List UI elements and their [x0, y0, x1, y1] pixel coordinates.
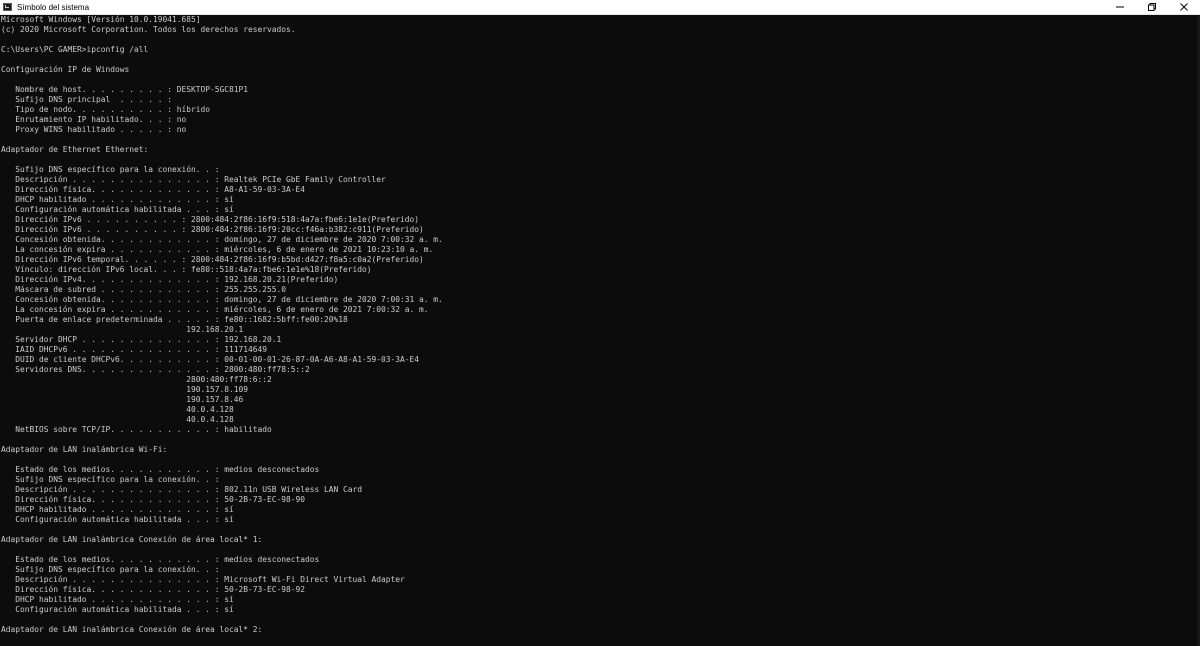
- console-line: 2800:480:ff78:6::2: [1, 375, 272, 384]
- console-line: IAID DHCPv6 . . . . . . . . . . . . . . …: [1, 345, 268, 354]
- console-line: Tipo de nodo. . . . . . . . . . : híbrid…: [1, 105, 211, 114]
- console-line: Dirección física. . . . . . . . . . . . …: [1, 495, 306, 504]
- console-line: Adaptador de LAN inalámbrica Wi-Fi:: [1, 445, 168, 454]
- console-line: Configuración IP de Windows: [1, 65, 130, 74]
- console-line: Adaptador de Ethernet Ethernet:: [1, 145, 149, 154]
- console-line: 192.168.20.1: [1, 325, 244, 334]
- console-line: Dirección IPv4. . . . . . . . . . . . . …: [1, 275, 339, 284]
- cmd-icon: [3, 3, 12, 11]
- console-line: Microsoft Windows [Versión 10.0.19041.68…: [1, 15, 201, 24]
- console-line: Máscara de subred . . . . . . . . . . . …: [1, 285, 287, 294]
- console-line: Sufijo DNS específico para la conexión. …: [1, 565, 220, 574]
- window-controls: [1104, 0, 1200, 14]
- console-line: (c) 2020 Microsoft Corporation. Todos lo…: [1, 25, 296, 34]
- console-line: Configuración automática habilitada . . …: [1, 605, 234, 614]
- console-line: Descripción . . . . . . . . . . . . . . …: [1, 175, 386, 184]
- console-line: Dirección física. . . . . . . . . . . . …: [1, 585, 306, 594]
- console-line: Sufijo DNS específico para la conexión. …: [1, 475, 220, 484]
- console-line: Dirección IPv6 temporal. . . . . . : 280…: [1, 255, 424, 264]
- window-titlebar[interactable]: Símbolo del sistema: [0, 0, 1200, 15]
- console-line: 190.157.8.109: [1, 385, 249, 394]
- console-line: Adaptador de LAN inalámbrica Conexión de…: [1, 535, 263, 544]
- console-line: Sufijo DNS específico para la conexión. …: [1, 165, 220, 174]
- console-line: Nombre de host. . . . . . . . . : DESKTO…: [1, 85, 249, 94]
- console-line: La concesión expira . . . . . . . . . . …: [1, 245, 434, 254]
- console-line: NetBIOS sobre TCP/IP. . . . . . . . . . …: [1, 425, 272, 434]
- close-button[interactable]: [1168, 0, 1200, 14]
- console-line: Enrutamiento IP habilitado. . . : no: [1, 115, 187, 124]
- console-line: 40.0.4.128: [1, 405, 234, 414]
- console-line: Estado de los medios. . . . . . . . . . …: [1, 555, 320, 564]
- console-line: Configuración automática habilitada . . …: [1, 515, 234, 524]
- console-line: DUID de cliente DHCPv6. . . . . . . . . …: [1, 355, 420, 364]
- console-line: Concesión obtenida. . . . . . . . . . . …: [1, 295, 443, 304]
- console-line: Vínculo: dirección IPv6 local. . . : fe8…: [1, 265, 372, 274]
- console-line: Proxy WINS habilitado . . . . . : no: [1, 125, 187, 134]
- console-line: Descripción . . . . . . . . . . . . . . …: [1, 485, 363, 494]
- console-line: DHCP habilitado . . . . . . . . . . . . …: [1, 195, 234, 204]
- minimize-icon: [1116, 6, 1124, 8]
- console-line: La concesión expira . . . . . . . . . . …: [1, 305, 429, 314]
- console-line: Dirección física. . . . . . . . . . . . …: [1, 185, 306, 194]
- console-line: DHCP habilitado . . . . . . . . . . . . …: [1, 505, 234, 514]
- console-line: DHCP habilitado . . . . . . . . . . . . …: [1, 595, 234, 604]
- restore-button[interactable]: [1136, 0, 1168, 14]
- close-icon: [1180, 3, 1188, 11]
- window-title: Símbolo del sistema: [17, 2, 90, 12]
- console-line: Configuración automática habilitada . . …: [1, 205, 234, 214]
- console-line: Servidor DHCP . . . . . . . . . . . . . …: [1, 335, 282, 344]
- console-line: 190.157.8.46: [1, 395, 244, 404]
- console-line: Servidores DNS. . . . . . . . . . . . . …: [1, 365, 310, 374]
- console-output[interactable]: Microsoft Windows [Versión 10.0.19041.68…: [1, 15, 1197, 646]
- console-line: C:\Users\PC GAMER>ipconfig /all: [1, 45, 149, 54]
- console-line: Sufijo DNS principal . . . . . :: [1, 95, 173, 104]
- console-line: Estado de los medios. . . . . . . . . . …: [1, 465, 320, 474]
- restore-icon: [1148, 3, 1156, 11]
- console-line: Dirección IPv6 . . . . . . . . . . : 280…: [1, 215, 420, 224]
- console-line: Concesión obtenida. . . . . . . . . . . …: [1, 235, 443, 244]
- console-line: Adaptador de LAN inalámbrica Conexión de…: [1, 625, 263, 634]
- minimize-button[interactable]: [1104, 0, 1136, 14]
- console-line: 40.0.4.128: [1, 415, 234, 424]
- console-line: Descripción . . . . . . . . . . . . . . …: [1, 575, 405, 584]
- console-line: Puerta de enlace predeterminada . . . . …: [1, 315, 348, 324]
- console-line: Dirección IPv6 . . . . . . . . . . : 280…: [1, 225, 424, 234]
